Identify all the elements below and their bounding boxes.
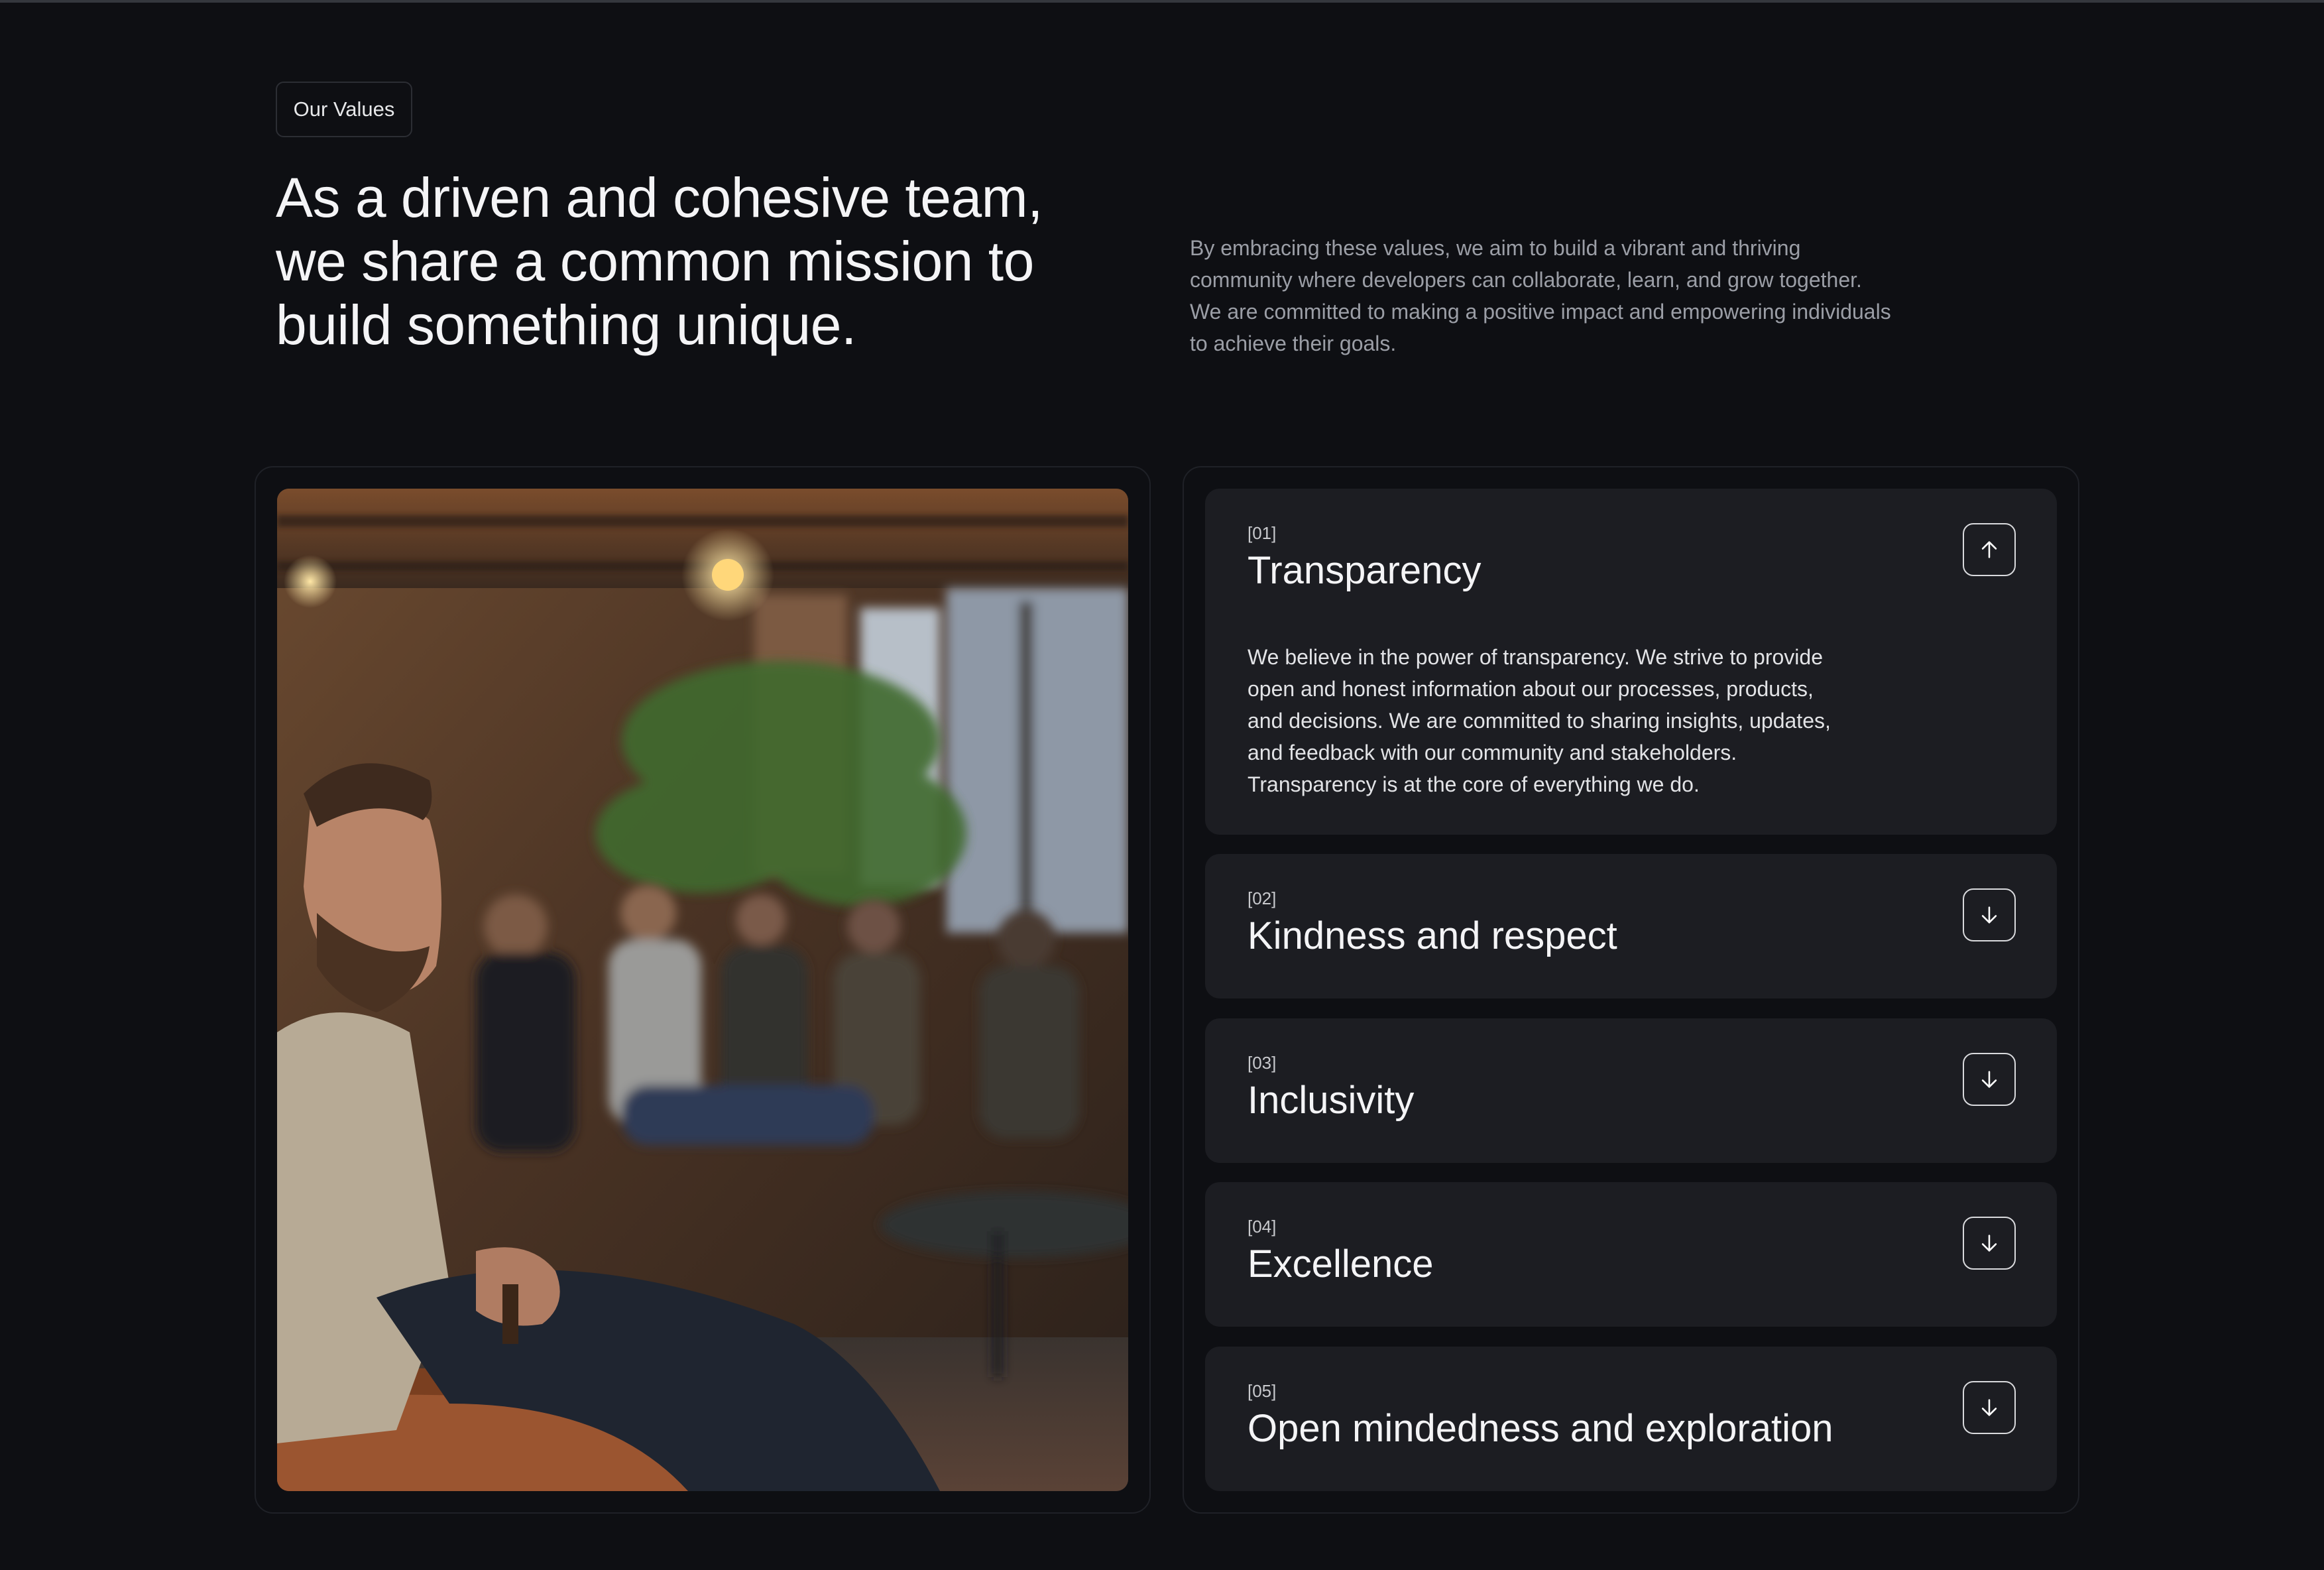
expand-button[interactable] <box>1963 888 2016 941</box>
values-panel: [01] Transparency We believe in the powe… <box>1183 466 2079 1514</box>
value-title: Inclusivity <box>1248 1079 1415 1122</box>
team-photo-illustration <box>277 489 1128 1491</box>
value-description: We believe in the power of transparency.… <box>1248 645 1831 796</box>
arrow-down-icon <box>1981 1399 1997 1416</box>
value-title: Excellence <box>1248 1242 1434 1286</box>
top-border <box>0 0 2324 3</box>
section-badge: Our Values <box>276 82 412 137</box>
value-card-inclusivity[interactable]: [03] Inclusivity <box>1205 1018 2057 1163</box>
value-card-open-mindedness[interactable]: [05] Open mindedness and exploration <box>1205 1347 2057 1491</box>
value-title: Transparency <box>1248 549 1482 592</box>
value-title: Kindness and respect <box>1248 914 1617 957</box>
arrow-up-icon <box>1981 541 1997 558</box>
value-number: [03] <box>1248 1053 1277 1073</box>
arrow-down-icon <box>1981 1235 1997 1252</box>
expand-button[interactable] <box>1963 1381 2016 1434</box>
value-card-excellence[interactable]: [04] Excellence <box>1205 1182 2057 1327</box>
arrow-down-icon <box>1981 906 1997 924</box>
value-card-kindness[interactable]: [02] Kindness and respect <box>1205 854 2057 998</box>
collapse-button[interactable] <box>1963 523 2016 576</box>
team-photo <box>277 489 1128 1491</box>
expand-button[interactable] <box>1963 1217 2016 1270</box>
expand-button[interactable] <box>1963 1053 2016 1106</box>
arrow-down-icon <box>1981 1071 1997 1088</box>
section-intro: By embracing these values, we aim to bui… <box>1190 236 1891 355</box>
photo-panel <box>255 466 1151 1514</box>
value-number: [04] <box>1248 1217 1277 1237</box>
value-number: [05] <box>1248 1381 1277 1401</box>
section-headline: As a driven and cohesive team, we share … <box>276 166 1043 356</box>
value-number: [01] <box>1248 523 1277 543</box>
value-title: Open mindedness and exploration <box>1248 1407 1833 1450</box>
value-number: [02] <box>1248 888 1277 908</box>
value-card-transparency[interactable]: [01] Transparency We believe in the powe… <box>1205 489 2057 835</box>
